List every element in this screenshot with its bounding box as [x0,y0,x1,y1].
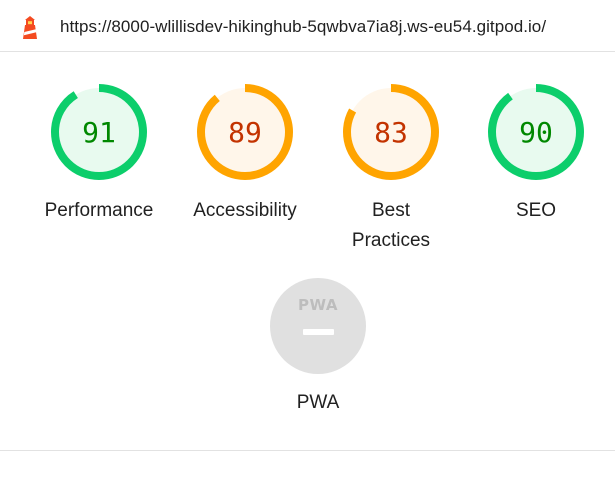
score-ring: 89 [197,84,293,180]
divider [0,450,615,451]
pwa-badge-text: PWA [298,296,338,314]
lighthouse-icon [23,16,37,39]
gauge-label: SEO [515,200,557,221]
score-value: 91 [82,116,116,149]
pwa-icon: PWA [270,278,366,374]
score-value: 90 [519,116,553,149]
score-value: 83 [374,116,408,149]
score-ring: 90 [488,84,584,180]
score-ring: 91 [51,84,147,180]
dash-icon [303,329,334,335]
score-value: 89 [228,116,262,149]
gauge-label: PWA [296,392,340,413]
url-bar: https://8000-wlillisdev-hikinghub-5qwbva… [0,0,615,52]
gauge-seo[interactable]: 90 SEO [476,84,596,226]
gauge-best-practices[interactable]: 83 Best Practices [331,84,451,256]
gauge-label: Accessibility [193,200,297,221]
gauge-performance[interactable]: 91 Performance [39,84,159,226]
gauge-pwa[interactable]: PWA PWA [258,278,378,418]
gauge-accessibility[interactable]: 89 Accessibility [185,84,305,226]
page-url[interactable]: https://8000-wlillisdev-hikinghub-5qwbva… [60,17,546,37]
score-ring: 83 [343,84,439,180]
gauge-label: Best Practices [351,200,431,251]
gauge-label: Performance [44,200,154,221]
